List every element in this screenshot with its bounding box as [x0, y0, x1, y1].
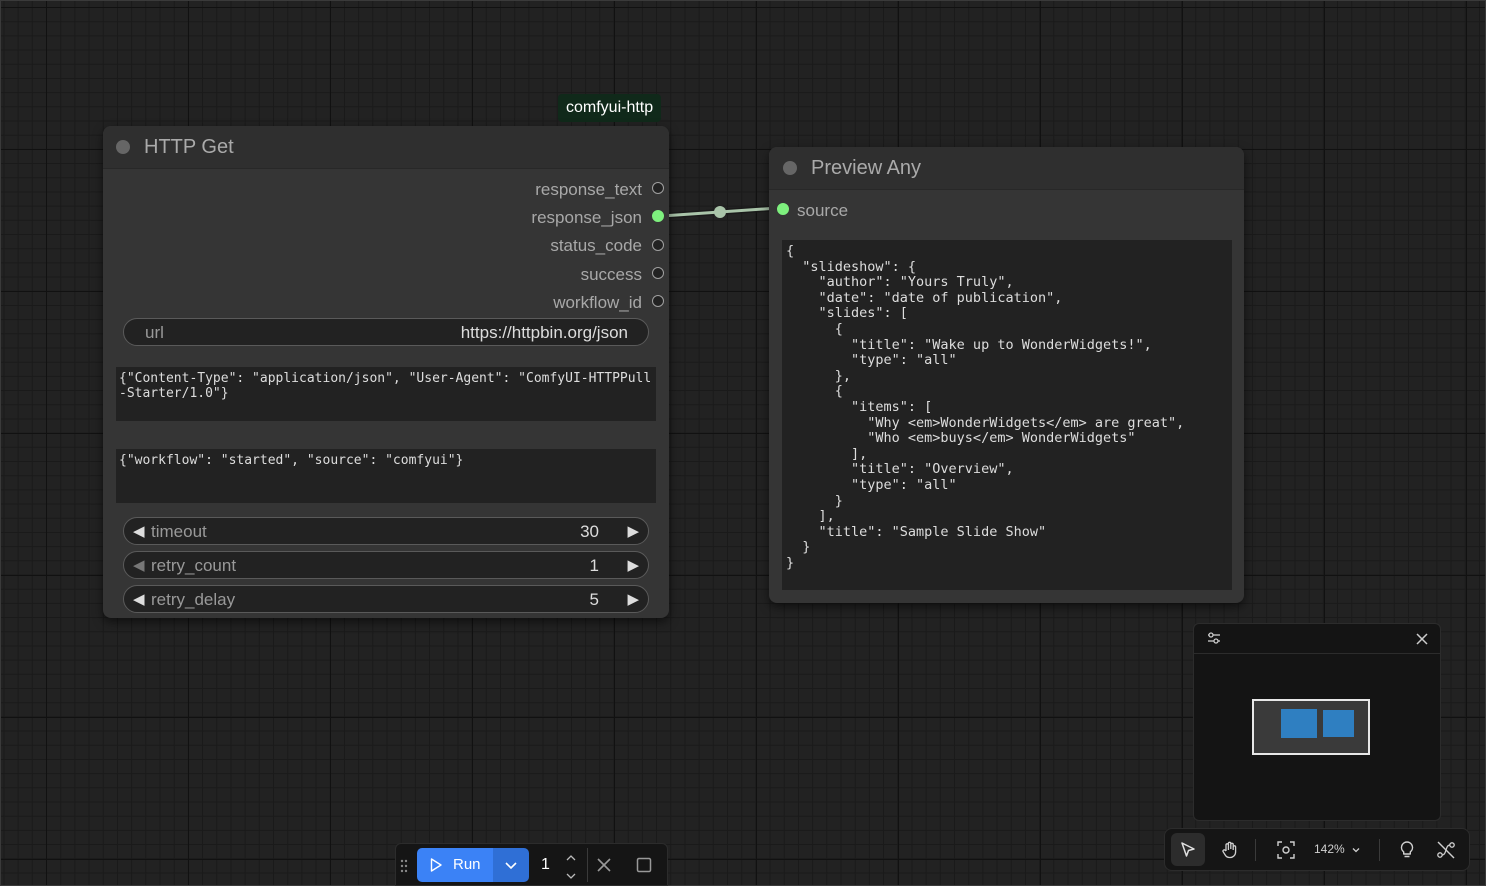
retry-count-label: retry_count: [151, 556, 237, 575]
chevron-down-icon: [505, 862, 517, 870]
retry-count-widget[interactable]: ◀ retry_count 1 ▶: [123, 551, 649, 579]
run-bar: Run 1: [395, 843, 668, 886]
toggle-links-button[interactable]: [1429, 833, 1463, 866]
play-icon: [430, 858, 442, 872]
close-icon[interactable]: [1416, 632, 1428, 650]
decrement-arrow-icon[interactable]: ◀: [133, 590, 145, 608]
timeout-value: 30: [580, 522, 599, 541]
preview-any-node[interactable]: Preview Any source { "slideshow": { "aut…: [769, 147, 1244, 603]
run-button-group: Run: [417, 848, 529, 882]
output-label-success: success: [580, 265, 642, 284]
decrement-arrow-icon[interactable]: ◀: [133, 522, 145, 540]
collapse-dot[interactable]: [116, 140, 130, 154]
http-get-node[interactable]: HTTP Get response_text response_json sta…: [103, 126, 669, 618]
output-slot-response-text[interactable]: [652, 182, 664, 194]
fit-view-icon: [1277, 841, 1295, 859]
minimap[interactable]: [1193, 623, 1441, 821]
stop-icon[interactable]: [636, 857, 652, 878]
zoom-level: 142%: [1314, 842, 1345, 856]
batch-count-input[interactable]: 1: [541, 856, 550, 874]
batch-increment-icon[interactable]: [565, 850, 577, 868]
node-title: Preview Any: [811, 157, 922, 179]
lightbulb-icon: [1400, 841, 1414, 858]
input-slot-source[interactable]: [777, 203, 789, 215]
minimap-node-preview: [1323, 710, 1354, 737]
retry-delay-label: retry_delay: [151, 590, 236, 609]
run-button[interactable]: Run: [417, 848, 493, 882]
timeout-label: timeout: [151, 522, 207, 541]
retry-delay-widget[interactable]: ◀ retry_delay 5 ▶: [123, 585, 649, 613]
increment-arrow-icon[interactable]: ▶: [627, 522, 639, 540]
retry-count-value: 1: [589, 556, 599, 575]
output-slot-success[interactable]: [652, 267, 664, 279]
minimap-header: [1194, 624, 1440, 654]
node-title: HTTP Get: [144, 136, 234, 158]
tips-button[interactable]: [1390, 833, 1424, 866]
output-slot-response-json[interactable]: [652, 210, 664, 222]
url-value: https://httpbin.org/json: [460, 323, 628, 342]
settings-sliders-icon[interactable]: [1207, 631, 1221, 650]
node-header[interactable]: HTTP Get: [103, 126, 669, 169]
node-header[interactable]: Preview Any: [769, 147, 1244, 190]
output-label-response-json: response_json: [531, 208, 642, 227]
output-slot-workflow-id[interactable]: [652, 295, 664, 307]
select-icon: [1181, 842, 1195, 857]
drag-handle-icon[interactable]: [400, 859, 408, 878]
collapse-dot[interactable]: [783, 161, 797, 175]
zoom-dropdown[interactable]: 142%: [1311, 833, 1363, 866]
chevron-down-icon: [1352, 848, 1360, 853]
run-mode-dropdown[interactable]: [493, 848, 529, 882]
hand-icon: [1222, 841, 1237, 859]
hand-tool-button[interactable]: [1213, 833, 1247, 866]
timeout-widget[interactable]: ◀ timeout 30 ▶: [123, 517, 649, 545]
preview-output[interactable]: { "slideshow": { "author": "Yours Truly"…: [782, 240, 1232, 590]
hide-links-icon: [1437, 841, 1455, 859]
output-label-response-text: response_text: [535, 180, 642, 199]
url-widget[interactable]: url https://httpbin.org/json: [123, 318, 649, 346]
body-textarea[interactable]: {"workflow": "started", "source": "comfy…: [116, 449, 656, 503]
toolbar-separator: [1379, 839, 1380, 861]
toolbar-separator: [1255, 839, 1256, 861]
minimap-viewport[interactable]: [1252, 699, 1370, 755]
select-tool-button[interactable]: [1171, 833, 1205, 866]
input-label-source: source: [797, 201, 849, 220]
increment-arrow-icon[interactable]: ▶: [627, 590, 639, 608]
cancel-icon[interactable]: [596, 857, 612, 878]
url-label: url: [145, 323, 164, 342]
output-label-status-code: status_code: [550, 236, 642, 255]
canvas-toolbar: 142%: [1164, 828, 1470, 871]
node-source-badge: comfyui-http: [558, 94, 662, 122]
toolbar-separator: [587, 848, 588, 882]
retry-delay-value: 5: [589, 590, 599, 609]
batch-decrement-icon[interactable]: [565, 868, 577, 886]
minimap-node-http-get: [1281, 709, 1317, 738]
output-label-workflow-id: workflow_id: [553, 293, 642, 312]
fit-view-button[interactable]: [1269, 833, 1303, 866]
decrement-arrow-icon[interactable]: ◀: [133, 556, 145, 574]
increment-arrow-icon[interactable]: ▶: [627, 556, 639, 574]
headers-textarea[interactable]: {"Content-Type": "application/json", "Us…: [116, 367, 656, 421]
run-label: Run: [453, 856, 481, 873]
output-slot-status-code[interactable]: [652, 239, 664, 251]
